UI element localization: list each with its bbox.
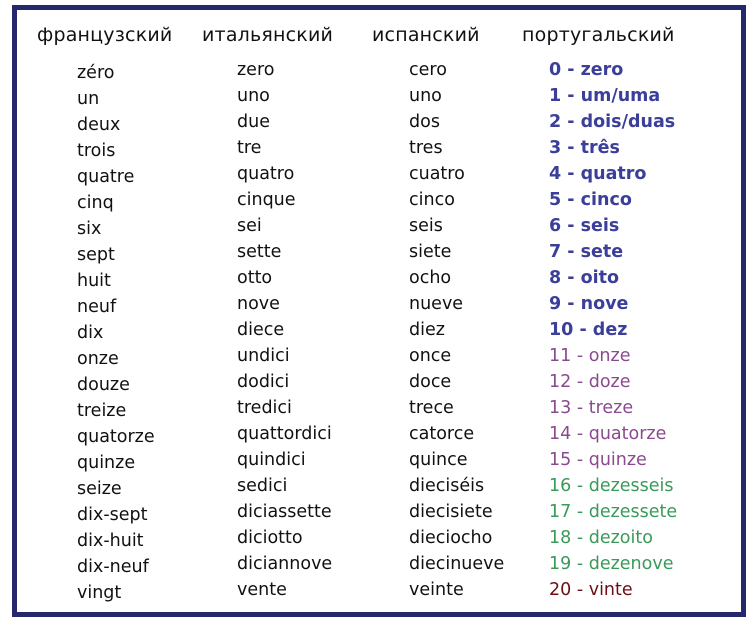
spanish-number-7: siete [409,242,452,262]
spanish-number-19: diecinueve [409,554,505,574]
spanish-column: cero uno dos tres cuatro cinco seis siete ocho nu… [409,57,504,603]
portuguese-number-18: 18 - dezoito [549,528,653,548]
italian-column: zero uno due tre quatro cinque sei sette otto nov… [237,57,332,603]
italian-number-18: diciotto [237,528,303,548]
french-number-20: vingt [77,583,122,603]
spanish-number-20: veinte [409,580,464,600]
french-column: zéro un deux trois quatre cinq six sept huit neuf… [77,60,155,606]
italian-number-0: zero [237,60,275,80]
spanish-number-10: diez [409,320,445,340]
italian-number-20: vente [237,580,287,600]
portuguese-number-4: 4 - quatro [549,164,647,184]
italian-number-8: otto [237,268,273,288]
portuguese-number-15: 15 - quinze [549,450,647,470]
portuguese-number-10: 10 - dez [549,320,628,340]
spanish-number-17: diecisiete [409,502,493,522]
spanish-number-1: uno [409,86,442,106]
italian-number-2: due [237,112,270,132]
spanish-number-13: trece [409,398,454,418]
french-number-10: dix [77,323,104,343]
portuguese-number-7: 7 - sete [549,242,624,262]
portuguese-number-13: 13 - treze [549,398,634,418]
french-number-5: cinq [77,193,114,213]
spanish-number-12: doce [409,372,452,392]
italian-number-14: quattordici [237,424,332,444]
italian-number-9: nove [237,294,280,314]
portuguese-number-11: 11 - onze [549,346,631,366]
spanish-number-9: nueve [409,294,464,314]
french-number-4: quatre [77,167,135,187]
french-number-12: douze [77,375,130,395]
italian-number-10: diece [237,320,285,340]
portuguese-number-12: 12 - doze [549,372,631,392]
italian-number-12: dodici [237,372,290,392]
italian-number-6: sei [237,216,262,236]
italian-number-7: sette [237,242,282,262]
spanish-number-18: dieciocho [409,528,493,548]
french-number-2: deux [77,115,121,135]
spanish-number-11: once [409,346,452,366]
spanish-number-3: tres [409,138,443,158]
portuguese-number-6: 6 - seis [549,216,620,236]
french-number-6: six [77,219,102,239]
french-number-19: dix-neuf [77,557,149,577]
portuguese-number-16: 16 - dezesseis [549,476,674,496]
italian-number-4: quatro [237,164,295,184]
numbers-table-frame: французский итальянский испанский португ… [12,5,746,617]
french-number-14: quatorze [77,427,155,447]
french-number-3: trois [77,141,116,161]
portuguese-number-14: 14 - quatorze [549,424,667,444]
portuguese-number-8: 8 - oito [549,268,620,288]
french-number-1: un [77,89,100,109]
portuguese-number-5: 5 - cinco [549,190,632,210]
portuguese-column: 0 - zero 1 - um/uma 2 - dois/duas 3 - três 4… [549,57,677,603]
portuguese-number-20: 20 - vinte [549,580,633,600]
french-number-7: sept [77,245,115,265]
spanish-number-14: catorce [409,424,475,444]
italian-number-17: diciassette [237,502,332,522]
spanish-number-5: cinco [409,190,455,210]
spanish-number-8: ocho [409,268,452,288]
italian-number-19: diciannove [237,554,333,574]
portuguese-number-2: 2 - dois/duas [549,112,676,132]
spanish-number-4: cuatro [409,164,465,184]
portuguese-number-1: 1 - um/uma [549,86,661,106]
italian-number-5: cinque [237,190,296,210]
spanish-number-0: cero [409,60,447,80]
italian-number-16: sedici [237,476,288,496]
french-number-18: dix-huit [77,531,144,551]
italian-number-1: uno [237,86,270,106]
french-number-17: dix-sept [77,505,148,525]
header-italian: итальянский [202,24,334,46]
french-number-0: zéro [77,63,115,83]
italian-number-11: undici [237,346,290,366]
portuguese-number-0: 0 - zero [549,60,624,80]
italian-number-3: tre [237,138,262,158]
french-number-16: seize [77,479,122,499]
portuguese-number-3: 3 - três [549,138,620,158]
spanish-number-2: dos [409,112,440,132]
portuguese-number-17: 17 - dezessete [549,502,678,522]
header-french: французский [37,24,173,46]
french-number-8: huit [77,271,111,291]
italian-number-15: quindici [237,450,306,470]
spanish-number-16: dieciséis [409,476,485,496]
french-number-13: treize [77,401,127,421]
header-spanish: испанский [372,24,480,46]
french-number-11: onze [77,349,119,369]
spanish-number-15: quince [409,450,468,470]
french-number-15: quinze [77,453,136,473]
portuguese-number-19: 19 - dezenove [549,554,674,574]
spanish-number-6: seis [409,216,443,236]
italian-number-13: tredici [237,398,292,418]
french-number-9: neuf [77,297,117,317]
header-portuguese: португальский [522,24,675,46]
portuguese-number-9: 9 - nove [549,294,629,314]
